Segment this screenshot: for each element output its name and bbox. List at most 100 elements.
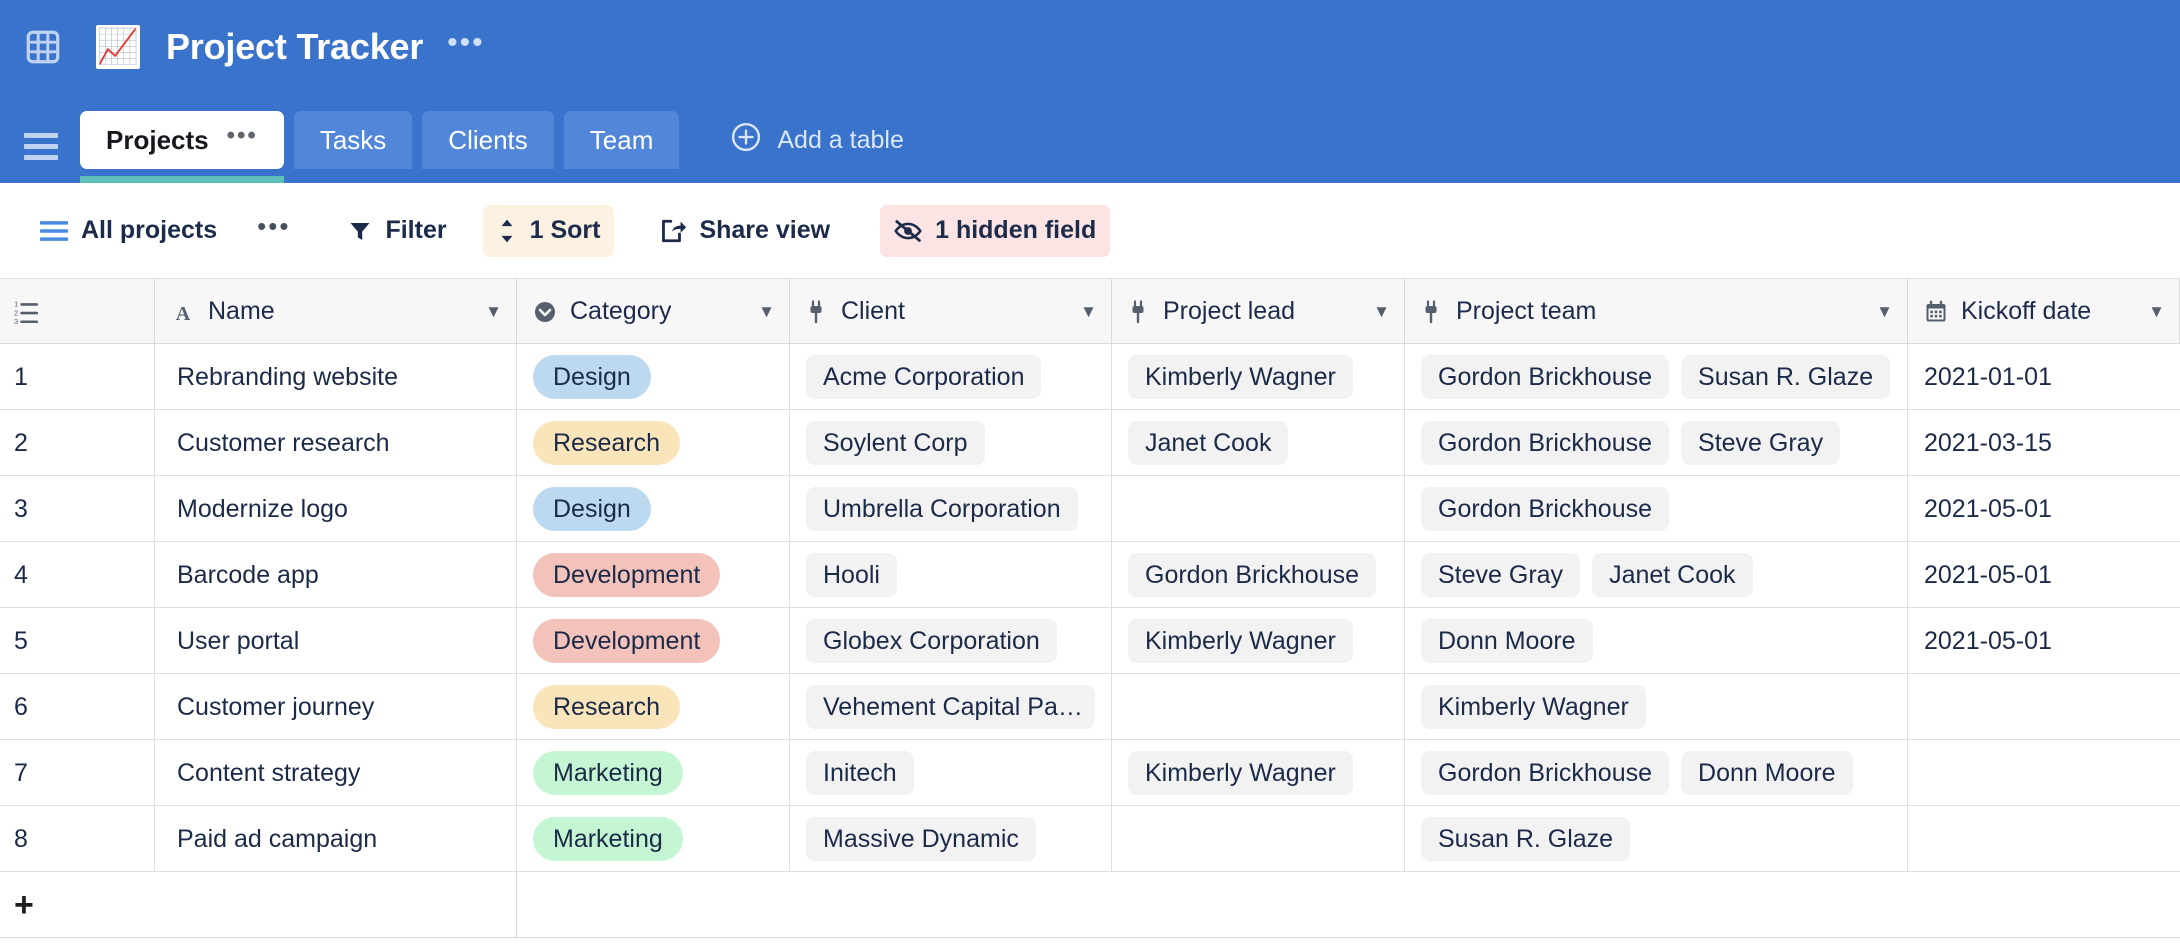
linked-record-chip: Massive Dynamic — [806, 817, 1036, 861]
table-row[interactable]: 5User portalDevelopmentGlobex Corporatio… — [0, 608, 2180, 674]
cell-kickoff-date[interactable]: 2021-01-01 — [1908, 344, 2180, 410]
cell-category[interactable]: Design — [517, 344, 790, 410]
cell-name[interactable]: Customer research — [155, 410, 517, 476]
add-record-spacer-rest — [517, 872, 2180, 938]
filter-button[interactable]: Filter — [334, 205, 460, 257]
cell-project-lead[interactable]: Kimberly Wagner — [1112, 344, 1405, 410]
cell-kickoff-date[interactable] — [1908, 740, 2180, 806]
cell-project-team[interactable]: Gordon BrickhouseDonn Moore — [1405, 740, 1908, 806]
grid-body: 1Rebranding websiteDesignAcme Corporatio… — [0, 344, 2180, 872]
cell-project-team[interactable]: Donn Moore — [1405, 608, 1908, 674]
column-header-project-team[interactable]: Project team ▼ — [1405, 279, 1908, 344]
column-header-name[interactable]: A Name ▼ — [155, 279, 517, 344]
column-header-project-lead[interactable]: Project lead ▼ — [1112, 279, 1405, 344]
chevron-down-icon[interactable]: ▼ — [2138, 302, 2165, 322]
column-header-client[interactable]: Client ▼ — [790, 279, 1112, 344]
cell-name[interactable]: Content strategy — [155, 740, 517, 806]
row-number: 6 — [0, 674, 155, 740]
cell-kickoff-date[interactable]: 2021-03-15 — [1908, 410, 2180, 476]
column-header-kickoff-date[interactable]: Kickoff date ▼ — [1908, 279, 2180, 344]
cell-client[interactable]: Initech — [790, 740, 1112, 806]
category-badge: Research — [533, 421, 680, 465]
header-top-row: 📈 Project Tracker ••• — [0, 0, 2180, 93]
view-selector[interactable]: All projects — [26, 205, 231, 257]
page-title: Project Tracker — [166, 26, 423, 68]
cell-category[interactable]: Marketing — [517, 740, 790, 806]
column-header-category[interactable]: Category ▼ — [517, 279, 790, 344]
linked-record-chip: Initech — [806, 751, 914, 795]
table-row[interactable]: 2Customer researchResearchSoylent CorpJa… — [0, 410, 2180, 476]
cell-category[interactable]: Research — [517, 410, 790, 476]
cell-name[interactable]: Customer journey — [155, 674, 517, 740]
table-row[interactable]: 1Rebranding websiteDesignAcme Corporatio… — [0, 344, 2180, 410]
table-row[interactable]: 6Customer journey Research Vehement Capita… — [0, 674, 2180, 740]
tab-team[interactable]: Team — [564, 111, 680, 169]
cell-category[interactable]: Marketing — [517, 806, 790, 872]
add-record-plus-icon[interactable]: + — [0, 872, 155, 938]
cell-project-lead[interactable]: Kimberly Wagner — [1112, 608, 1405, 674]
cell-project-lead[interactable] — [1112, 674, 1405, 740]
grid-icon[interactable] — [26, 30, 60, 64]
column-header-row-number[interactable]: 1 2 3 — [0, 279, 155, 344]
add-table-button[interactable]: Add a table — [731, 111, 904, 169]
cell-project-team[interactable]: Steve GrayJanet Cook — [1405, 542, 1908, 608]
cell-category[interactable]: Design — [517, 476, 790, 542]
cell-name[interactable]: Barcode app — [155, 542, 517, 608]
share-view-button[interactable]: Share view — [646, 205, 844, 257]
tab-projects[interactable]: Projects ••• — [80, 111, 284, 169]
cell-category[interactable]: Development — [517, 608, 790, 674]
chevron-down-icon[interactable]: ▼ — [748, 302, 775, 322]
cell-category[interactable]: Research — [517, 674, 790, 740]
cell-project-lead[interactable]: Kimberly Wagner — [1112, 740, 1405, 806]
cell-project-team[interactable]: Gordon BrickhouseSteve Gray — [1405, 410, 1908, 476]
cell-category[interactable]: Development — [517, 542, 790, 608]
table-row[interactable]: 8Paid ad campaignMarketingMassive Dynami… — [0, 806, 2180, 872]
chevron-down-icon[interactable]: ▼ — [1070, 302, 1097, 322]
cell-client[interactable]: Soylent Corp — [790, 410, 1112, 476]
category-badge: Research — [533, 685, 680, 729]
tab-tasks[interactable]: Tasks — [294, 111, 412, 169]
linked-record-chip: Gordon Brickhouse — [1128, 553, 1376, 597]
cell-name[interactable]: Modernize logo — [155, 476, 517, 542]
record-grid: 1 2 3 A Name ▼ Ca — [0, 279, 2180, 938]
chevron-down-icon[interactable]: ▼ — [1866, 302, 1893, 322]
sort-button[interactable]: 1 Sort — [483, 205, 615, 257]
sidebar-toggle-icon[interactable] — [24, 133, 58, 159]
cell-client[interactable]: Acme Corporation — [790, 344, 1112, 410]
cell-name[interactable]: Paid ad campaign — [155, 806, 517, 872]
cell-kickoff-date[interactable] — [1908, 806, 2180, 872]
title-overflow-menu[interactable]: ••• — [447, 28, 485, 58]
table-row[interactable]: 7Content strategyMarketingInitechKimberl… — [0, 740, 2180, 806]
table-row[interactable]: 3Modernize logo Design Umbrella Corporatio… — [0, 476, 2180, 542]
cell-kickoff-date[interactable]: 2021-05-01 — [1908, 608, 2180, 674]
calendar-icon — [1924, 300, 1948, 324]
cell-kickoff-date[interactable]: 2021-05-01 — [1908, 542, 2180, 608]
table-row[interactable]: 4Barcode appDevelopmentHooliGordon Brick… — [0, 542, 2180, 608]
cell-project-team[interactable]: Gordon BrickhouseSusan R. Glaze — [1405, 344, 1908, 410]
cell-client[interactable]: Umbrella Corporation — [790, 476, 1112, 542]
cell-name[interactable]: Rebranding website — [155, 344, 517, 410]
hidden-fields-button[interactable]: 1 hidden field — [880, 205, 1110, 257]
cell-client[interactable]: Hooli — [790, 542, 1112, 608]
tab-clients[interactable]: Clients — [422, 111, 553, 169]
cell-name[interactable]: User portal — [155, 608, 517, 674]
tab-projects-menu[interactable]: ••• — [227, 124, 258, 148]
row-number: 3 — [0, 476, 155, 542]
cell-project-lead[interactable] — [1112, 806, 1405, 872]
cell-client[interactable]: Vehement Capital Pa… — [790, 674, 1112, 740]
cell-project-lead[interactable] — [1112, 476, 1405, 542]
chevron-down-icon[interactable]: ▼ — [475, 302, 502, 322]
chevron-down-icon[interactable]: ▼ — [1363, 302, 1390, 322]
add-record-row[interactable]: + — [0, 872, 2180, 938]
cell-project-team[interactable]: Gordon Brickhouse — [1405, 476, 1908, 542]
cell-kickoff-date[interactable]: 2021-05-01 — [1908, 476, 2180, 542]
view-overflow-menu[interactable]: ••• — [247, 213, 300, 239]
cell-kickoff-date[interactable] — [1908, 674, 2180, 740]
category-badge: Design — [533, 487, 651, 531]
cell-project-team[interactable]: Kimberly Wagner — [1405, 674, 1908, 740]
cell-client[interactable]: Globex Corporation — [790, 608, 1112, 674]
cell-client[interactable]: Massive Dynamic — [790, 806, 1112, 872]
cell-project-team[interactable]: Susan R. Glaze — [1405, 806, 1908, 872]
cell-project-lead[interactable]: Janet Cook — [1112, 410, 1405, 476]
cell-project-lead[interactable]: Gordon Brickhouse — [1112, 542, 1405, 608]
